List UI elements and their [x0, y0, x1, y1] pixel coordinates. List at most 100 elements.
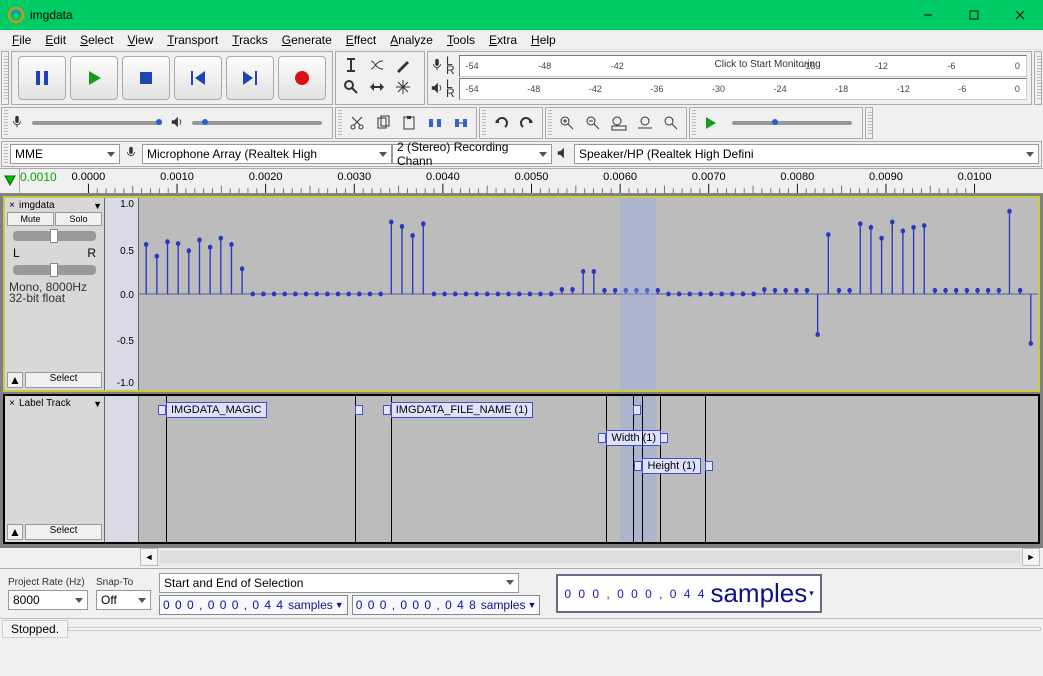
- label-handle[interactable]: [634, 461, 642, 471]
- vertical-ruler[interactable]: 1.0 0.5 0.0 -0.5 -1.0: [105, 198, 139, 390]
- track-close-icon[interactable]: ×: [7, 399, 17, 409]
- meter-click-to-start[interactable]: Click to Start Monitoring: [715, 59, 821, 70]
- gain-slider[interactable]: [13, 231, 96, 241]
- project-rate-combo[interactable]: 8000: [8, 590, 88, 610]
- zoom-toggle-icon[interactable]: [658, 110, 684, 136]
- track-select-button[interactable]: Select: [25, 524, 102, 540]
- label-handle[interactable]: [633, 405, 641, 415]
- skip-start-button[interactable]: [174, 56, 222, 100]
- silence-icon[interactable]: [448, 110, 474, 136]
- selection-tool-icon[interactable]: [338, 54, 364, 76]
- solo-button[interactable]: Solo: [55, 212, 102, 226]
- recording-volume-slider[interactable]: [32, 121, 162, 125]
- menu-effect[interactable]: Effect: [340, 31, 382, 49]
- copy-icon[interactable]: [370, 110, 396, 136]
- menu-extra[interactable]: Extra: [483, 31, 523, 49]
- collapse-icon[interactable]: ▲: [7, 524, 23, 540]
- track-select-button[interactable]: Select: [25, 372, 102, 388]
- horizontal-scroll[interactable]: ◄ ►: [140, 548, 1040, 566]
- audio-position-field[interactable]: 0 0 0 , 0 0 0 , 0 4 4samples▾: [556, 574, 821, 613]
- playback-volume-slider[interactable]: [192, 121, 322, 125]
- selection-toolbar: Project Rate (Hz) 8000 Snap-To Off Start…: [0, 568, 1043, 618]
- chevron-down-icon: [379, 152, 387, 157]
- fit-selection-icon[interactable]: [606, 110, 632, 136]
- menu-tracks[interactable]: Tracks: [226, 31, 274, 49]
- pause-button[interactable]: [18, 56, 66, 100]
- label-handle[interactable]: [158, 405, 166, 415]
- selection-start-field[interactable]: 0 0 0 , 0 0 0 , 0 4 4samples▼: [159, 595, 348, 615]
- draw-tool-icon[interactable]: [390, 54, 416, 76]
- menu-edit[interactable]: Edit: [39, 31, 72, 49]
- track-menu-icon[interactable]: ▼: [93, 399, 102, 409]
- multi-tool-icon[interactable]: [390, 76, 416, 98]
- pin-icon[interactable]: [4, 175, 16, 187]
- menu-select[interactable]: Select: [74, 31, 119, 49]
- toolbar-grip[interactable]: [1, 51, 9, 105]
- track-name[interactable]: Label Track: [19, 398, 91, 409]
- record-button[interactable]: [278, 56, 326, 100]
- menu-help[interactable]: Help: [525, 31, 562, 49]
- menu-view[interactable]: View: [121, 31, 159, 49]
- label-handle[interactable]: [598, 433, 606, 443]
- toolbar-grip[interactable]: [865, 107, 873, 139]
- menu-generate[interactable]: Generate: [276, 31, 338, 49]
- menu-transport[interactable]: Transport: [161, 31, 224, 49]
- menu-analyze[interactable]: Analyze: [384, 31, 439, 49]
- audio-host-combo[interactable]: MME: [10, 144, 120, 164]
- minimize-button[interactable]: [905, 0, 951, 30]
- skip-end-button[interactable]: [226, 56, 274, 100]
- recording-device-combo[interactable]: Microphone Array (Realtek High: [142, 144, 392, 164]
- label-handle[interactable]: [705, 461, 713, 471]
- cut-icon[interactable]: [344, 110, 370, 136]
- label-region[interactable]: IMGDATA_MAGIC: [166, 402, 267, 418]
- stop-button[interactable]: [122, 56, 170, 100]
- label-area[interactable]: IMGDATA_MAGIC IMGDATA_FILE_NAME (1) Width …: [139, 396, 1038, 542]
- label-handle[interactable]: [660, 433, 668, 443]
- menu-tools[interactable]: Tools: [441, 31, 481, 49]
- pan-slider[interactable]: [13, 265, 96, 275]
- mute-button[interactable]: Mute: [7, 212, 54, 226]
- timeshift-tool-icon[interactable]: [364, 76, 390, 98]
- quick-play-marker: 0.0010: [20, 170, 57, 184]
- play-at-speed-icon[interactable]: [698, 110, 724, 136]
- close-button[interactable]: [997, 0, 1043, 30]
- selection-region[interactable]: [620, 198, 656, 390]
- zoom-tool-icon[interactable]: [338, 76, 364, 98]
- scroll-left-icon[interactable]: ◄: [140, 548, 158, 566]
- envelope-tool-icon[interactable]: [364, 54, 390, 76]
- paste-icon[interactable]: [396, 110, 422, 136]
- label-region[interactable]: Height (1): [642, 458, 700, 474]
- label-region[interactable]: Width (1): [606, 430, 661, 446]
- trim-icon[interactable]: [422, 110, 448, 136]
- menu-file[interactable]: File: [6, 31, 37, 49]
- playback-device-combo[interactable]: Speaker/HP (Realtek High Defini: [574, 144, 1039, 164]
- tools-toolbar: [335, 51, 425, 105]
- maximize-button[interactable]: [951, 0, 997, 30]
- zoom-out-icon[interactable]: [580, 110, 606, 136]
- label-handle[interactable]: [355, 405, 363, 415]
- recording-channels-combo[interactable]: 2 (Stereo) Recording Chann: [392, 144, 552, 164]
- waveform-display[interactable]: [139, 198, 1038, 390]
- scroll-track[interactable]: [160, 551, 1020, 563]
- svg-text:0.0030: 0.0030: [337, 171, 371, 183]
- label-handle[interactable]: [383, 405, 391, 415]
- selection-mode-combo[interactable]: Start and End of Selection: [159, 573, 519, 593]
- selection-end-field[interactable]: 0 0 0 , 0 0 0 , 0 4 8samples▼: [352, 595, 541, 615]
- zoom-in-icon[interactable]: [554, 110, 580, 136]
- track-close-icon[interactable]: ×: [7, 201, 17, 211]
- redo-icon[interactable]: [514, 110, 540, 136]
- label-region[interactable]: IMGDATA_FILE_NAME (1): [391, 402, 533, 418]
- mic-icon: [10, 115, 24, 132]
- collapse-icon[interactable]: ▲: [7, 372, 23, 388]
- scroll-right-icon[interactable]: ►: [1022, 548, 1040, 566]
- play-button[interactable]: [70, 56, 118, 100]
- recording-meter[interactable]: LR -54-48-42-18-12-60 Click to Start Mon…: [427, 51, 1032, 105]
- track-menu-icon[interactable]: ▼: [93, 201, 102, 211]
- playback-speed-slider[interactable]: [732, 121, 852, 125]
- snap-to-combo[interactable]: Off: [96, 590, 151, 610]
- toolbar-grip[interactable]: [1034, 51, 1042, 105]
- fit-project-icon[interactable]: [632, 110, 658, 136]
- track-name[interactable]: imgdata: [19, 200, 91, 211]
- undo-icon[interactable]: [488, 110, 514, 136]
- timeline-ruler[interactable]: 0.0010 0.00000.00100.00200.00300.00400.0…: [0, 168, 1043, 194]
